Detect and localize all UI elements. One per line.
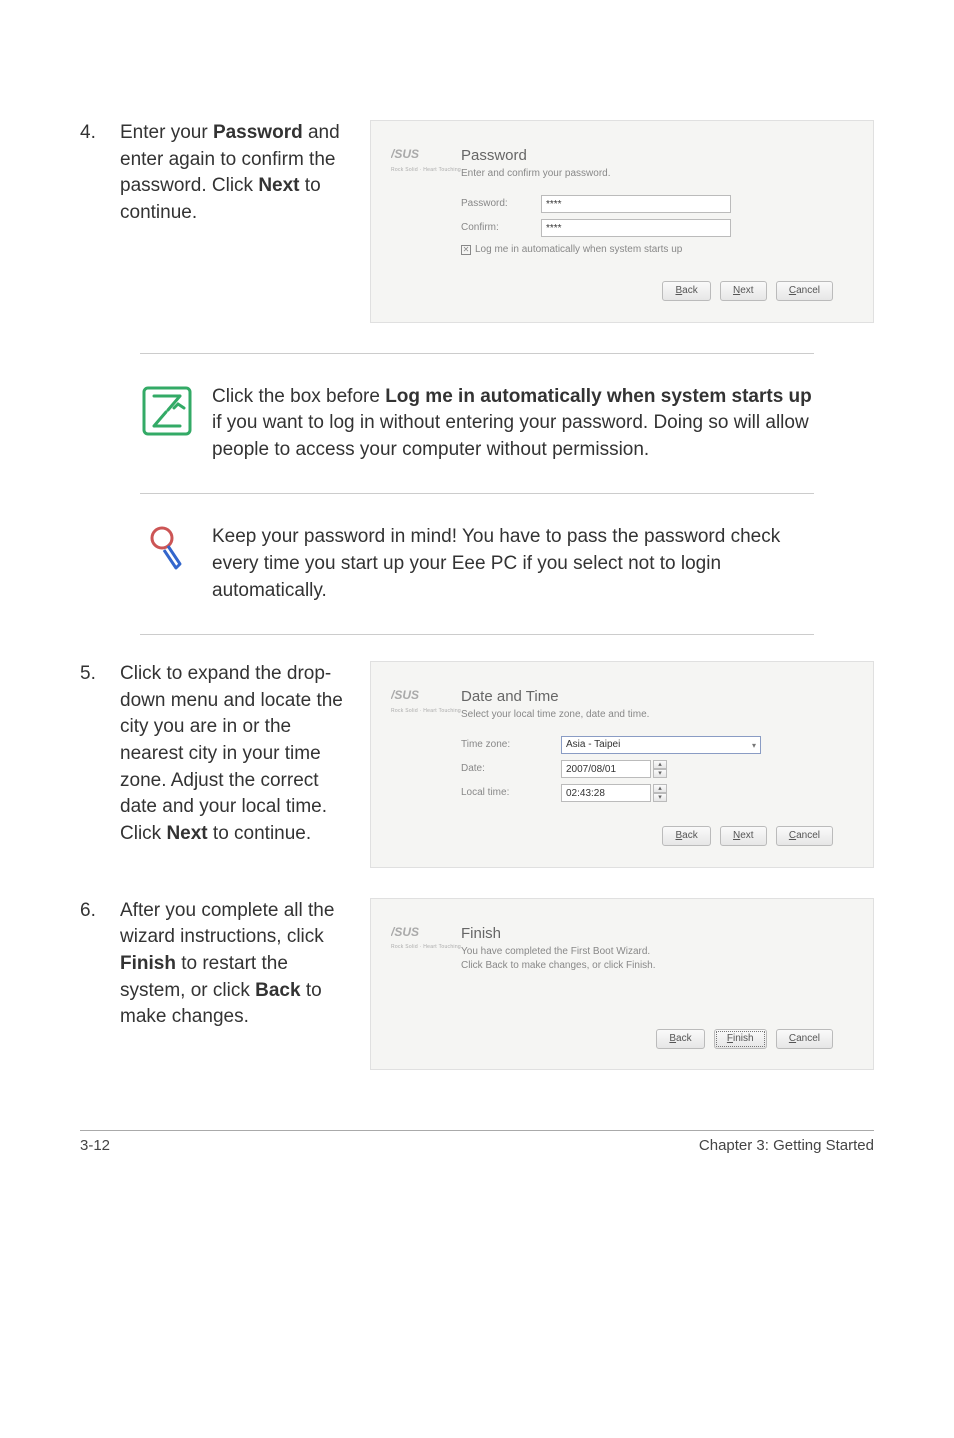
- timezone-label: Time zone:: [461, 738, 561, 752]
- dialog-title: Password: [461, 145, 853, 166]
- password-dialog: /SUS Rock Solid · Heart Touching Passwor…: [370, 120, 874, 323]
- step-body: Enter your Password and enter again to c…: [120, 120, 370, 323]
- text: Click the box before: [212, 386, 385, 407]
- page-number: 3-12: [80, 1135, 110, 1156]
- cancel-button[interactable]: Cancel: [776, 826, 833, 846]
- time-up-button[interactable]: ▴: [653, 784, 667, 793]
- step-number: 5.: [80, 661, 120, 868]
- cancel-button[interactable]: Cancel: [776, 281, 833, 301]
- date-down-button[interactable]: ▾: [653, 769, 667, 778]
- dialog-subtitle: Enter and confirm your password.: [461, 167, 853, 181]
- datetime-dialog: /SUS Rock Solid · Heart Touching Date an…: [370, 661, 874, 868]
- time-label: Local time:: [461, 786, 561, 800]
- dialog-title: Finish: [461, 923, 853, 944]
- time-down-button[interactable]: ▾: [653, 793, 667, 802]
- text: After you complete all the wizard instru…: [120, 900, 334, 948]
- text: if you want to log in without entering y…: [212, 412, 809, 460]
- svg-text:/SUS: /SUS: [391, 925, 419, 939]
- asus-logo: /SUS Rock Solid · Heart Touching: [391, 686, 461, 715]
- password-label: Password:: [461, 197, 541, 211]
- timezone-value: Asia - Taipei: [566, 738, 620, 752]
- note-text: Click the box before Log me in automatic…: [212, 384, 814, 464]
- svg-text:/SUS: /SUS: [391, 688, 419, 702]
- asus-logo: /SUS Rock Solid · Heart Touching: [391, 923, 461, 952]
- dialog-subtitle: You have completed the First Boot Wizard…: [461, 945, 853, 973]
- tip-icon: [140, 524, 194, 578]
- time-input[interactable]: 02:43:28: [561, 784, 651, 802]
- autologin-checkbox[interactable]: ✕: [461, 245, 471, 255]
- note-icon: [140, 384, 194, 438]
- confirm-input[interactable]: ****: [541, 219, 731, 237]
- cancel-button[interactable]: Cancel: [776, 1029, 833, 1049]
- text: to continue.: [208, 823, 312, 844]
- date-input[interactable]: 2007/08/01: [561, 760, 651, 778]
- autologin-label: Log me in automatically when system star…: [475, 243, 682, 257]
- finish-dialog: /SUS Rock Solid · Heart Touching Finish …: [370, 898, 874, 1071]
- dialog-title: Date and Time: [461, 686, 853, 707]
- chevron-down-icon: ▾: [752, 740, 756, 751]
- step-body: Click to expand the drop-down menu and l…: [120, 661, 370, 868]
- next-button[interactable]: Next: [720, 281, 767, 301]
- text-bold: Log me in automatically when system star…: [385, 386, 812, 407]
- back-button[interactable]: Back: [656, 1029, 704, 1049]
- note-text: Keep your password in mind! You have to …: [212, 524, 814, 604]
- step-number: 6.: [80, 898, 120, 1071]
- chapter-title: Chapter 3: Getting Started: [699, 1135, 874, 1156]
- svg-text:/SUS: /SUS: [391, 147, 419, 161]
- dialog-subtitle: Select your local time zone, date and ti…: [461, 708, 853, 722]
- step-number: 4.: [80, 120, 120, 323]
- asus-logo: /SUS Rock Solid · Heart Touching: [391, 145, 461, 174]
- next-button[interactable]: Next: [720, 826, 767, 846]
- step-body: After you complete all the wizard instru…: [120, 898, 370, 1071]
- timezone-select[interactable]: Asia - Taipei ▾: [561, 736, 761, 754]
- text-bold: Next: [258, 175, 299, 196]
- text: Enter your: [120, 122, 213, 143]
- date-label: Date:: [461, 762, 561, 776]
- back-button[interactable]: Back: [662, 826, 710, 846]
- text-bold: Finish: [120, 953, 176, 974]
- text: Click to expand the drop-down menu and l…: [120, 663, 343, 844]
- text-bold: Next: [166, 823, 207, 844]
- password-input[interactable]: ****: [541, 195, 731, 213]
- text-bold: Password: [213, 122, 303, 143]
- text-bold: Back: [255, 980, 300, 1001]
- date-up-button[interactable]: ▴: [653, 760, 667, 769]
- confirm-label: Confirm:: [461, 221, 541, 235]
- finish-button[interactable]: Finish: [714, 1029, 767, 1049]
- back-button[interactable]: BBackack: [662, 281, 710, 301]
